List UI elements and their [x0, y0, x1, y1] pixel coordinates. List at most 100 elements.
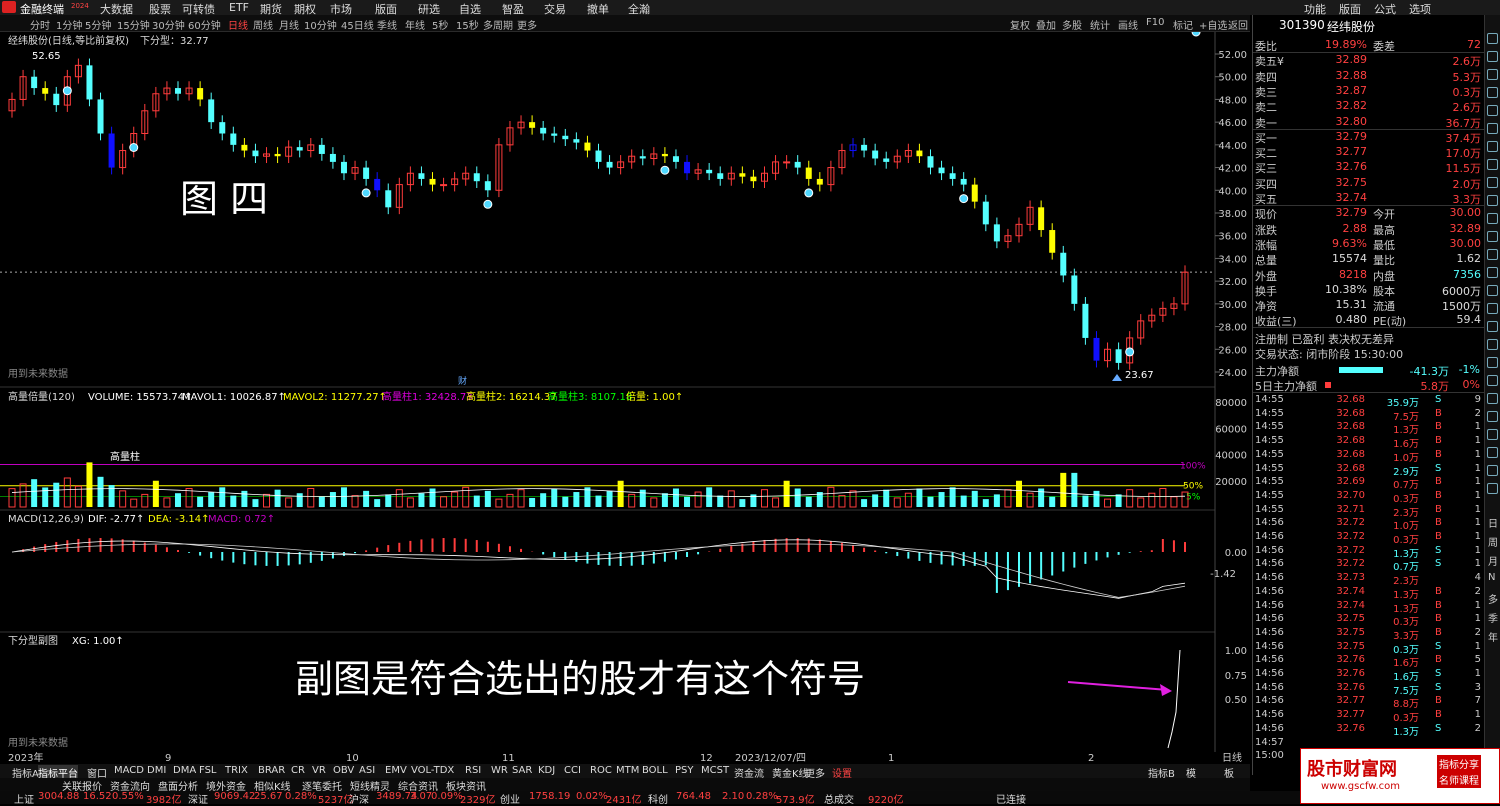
period-tab-7[interactable]: 周线 [253, 17, 273, 32]
tool-button-1[interactable]: 叠加 [1036, 17, 1056, 32]
side-tool-icon[interactable] [1487, 141, 1498, 152]
tool-button-2[interactable]: 多股 [1062, 17, 1082, 32]
indicator-tab-9[interactable]: CR [291, 765, 305, 776]
side-tool-icon[interactable] [1487, 195, 1498, 206]
tool-button-8[interactable]: 返回 [1228, 17, 1248, 32]
side-period-4[interactable]: 多 [1488, 591, 1498, 606]
quote-value: 32.87 [1335, 83, 1368, 97]
indicator-tab-4[interactable]: DMI [147, 765, 166, 776]
period-tab-2[interactable]: 5分钟 [85, 17, 111, 32]
period-tab-10[interactable]: 45日线 [341, 17, 374, 32]
quote-value: 32.74 [1335, 191, 1368, 204]
indicator-tab-22[interactable]: BOLL [642, 765, 668, 776]
period-tab-5[interactable]: 60分钟 [188, 17, 221, 32]
indicator-tab-15[interactable]: RSI [465, 765, 481, 776]
sub-name: 下分型副图 [8, 634, 58, 647]
indicator-tab-6[interactable]: FSL [199, 765, 217, 776]
side-tool-icon[interactable] [1487, 159, 1498, 170]
indicator-tab-20[interactable]: ROC [590, 765, 612, 776]
side-tool-icon[interactable] [1487, 447, 1498, 458]
quote-value2: 32.89 [1449, 221, 1482, 235]
side-tool-icon[interactable] [1487, 483, 1498, 494]
indicator-tab-10[interactable]: VR [312, 765, 326, 776]
volume-bar [595, 495, 602, 507]
tool-button-4[interactable]: 画线 [1118, 17, 1138, 32]
stock-code: 301390 [1279, 18, 1325, 32]
indicator-tab-24[interactable]: MCST [701, 765, 729, 776]
side-period-3[interactable]: N [1488, 572, 1495, 583]
side-tool-icon[interactable] [1487, 393, 1498, 404]
side-tool-icon[interactable] [1487, 303, 1498, 314]
indicator-tab-5[interactable]: DMA [173, 765, 196, 776]
side-tool-icon[interactable] [1487, 411, 1498, 422]
period-tab-6[interactable]: 日线 [228, 17, 248, 32]
period-tab-3[interactable]: 15分钟 [117, 17, 150, 32]
indicator-tab-7[interactable]: TRIX [225, 765, 248, 776]
side-tool-icon[interactable] [1487, 375, 1498, 386]
candle-body [916, 150, 923, 157]
side-period-0[interactable]: 日 [1488, 515, 1498, 530]
side-tool-icon[interactable] [1487, 33, 1498, 44]
side-period-2[interactable]: 月 [1488, 553, 1498, 568]
period-tab-9[interactable]: 10分钟 [304, 17, 337, 32]
tool-button-6[interactable]: 标记 [1173, 17, 1193, 32]
period-tab-15[interactable]: 多周期 [483, 17, 513, 32]
side-tool-icon[interactable] [1487, 69, 1498, 80]
side-tool-icon[interactable] [1487, 105, 1498, 116]
menu-item-3[interactable]: ETF [229, 1, 249, 14]
period-tab-11[interactable]: 季线 [377, 17, 397, 32]
period-tab-1[interactable]: 1分钟 [56, 17, 82, 32]
side-tool-icon[interactable] [1487, 249, 1498, 260]
date-label-4: 12 [700, 753, 713, 764]
side-period-5[interactable]: 季 [1488, 610, 1498, 625]
side-tool-icon[interactable] [1487, 177, 1498, 188]
indicator-tab-3[interactable]: MACD [114, 765, 144, 776]
tick-price: 32.76 [1336, 668, 1365, 679]
tick-time: 14:56 [1255, 695, 1284, 707]
side-period-1[interactable]: 周 [1488, 534, 1498, 549]
side-tool-icon[interactable] [1487, 87, 1498, 98]
side-tool-icon[interactable] [1487, 213, 1498, 224]
side-tool-icon[interactable] [1487, 357, 1498, 368]
volume-bar [916, 488, 923, 507]
side-tool-icon[interactable] [1487, 339, 1498, 350]
side-tool-icon[interactable] [1487, 267, 1498, 278]
side-period-6[interactable]: 年 [1488, 629, 1498, 644]
side-tool-icon[interactable] [1487, 231, 1498, 242]
low-arrow [1112, 374, 1122, 381]
tool-button-7[interactable]: +自选 [1199, 17, 1227, 32]
indicator-tab-16[interactable]: WR [491, 765, 508, 776]
sub-tick: 0.75 [1225, 671, 1247, 682]
period-tab-4[interactable]: 30分钟 [152, 17, 185, 32]
chart-area[interactable]: 经纬股份(日线,等比前复权) 下分型：32.77 52.00 50.00 48.00 46… [0, 32, 1252, 764]
side-tool-icon[interactable] [1487, 123, 1498, 134]
side-tool-icon[interactable] [1487, 321, 1498, 332]
indicator-tab-18[interactable]: KDJ [538, 765, 555, 776]
tool-button-3[interactable]: 统计 [1090, 17, 1110, 32]
period-tab-8[interactable]: 月线 [279, 17, 299, 32]
tick-time: 14:56 [1255, 558, 1284, 570]
indicator-tab-19[interactable]: CCI [564, 765, 581, 776]
indicator-tab-11[interactable]: OBV [333, 765, 354, 776]
side-tool-icon[interactable] [1487, 51, 1498, 62]
indicator-tab-17[interactable]: SAR [512, 765, 532, 776]
side-tool-icon[interactable] [1487, 465, 1498, 476]
indicator-tab-14[interactable]: VOL-TDX [411, 765, 454, 776]
indicator-tab-12[interactable]: ASI [359, 765, 375, 776]
indicator-tab-23[interactable]: PSY [675, 765, 694, 776]
tool-button-0[interactable]: 复权 [1010, 17, 1030, 32]
candle-body [385, 190, 392, 208]
side-tool-icon[interactable] [1487, 285, 1498, 296]
period-tab-16[interactable]: 更多 [517, 17, 537, 32]
period-tab-13[interactable]: 5秒 [432, 17, 448, 32]
period-tab-14[interactable]: 15秒 [456, 17, 479, 32]
indicator-tab-8[interactable]: BRAR [258, 765, 285, 776]
tool-button-5[interactable]: F10 [1146, 17, 1164, 28]
period-tab-0[interactable]: 分时 [30, 17, 50, 32]
indicator-tab-21[interactable]: MTM [616, 765, 639, 776]
period-tab-12[interactable]: 年线 [405, 17, 425, 32]
tick-side: B [1435, 613, 1442, 625]
tick-time: 14:56 [1255, 640, 1284, 652]
side-tool-icon[interactable] [1487, 429, 1498, 440]
indicator-tab-13[interactable]: EMV [385, 765, 407, 776]
